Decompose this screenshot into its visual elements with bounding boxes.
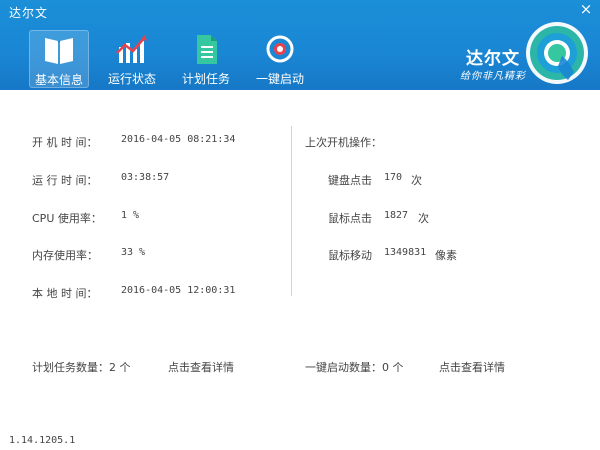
memory-value: 33 % [121, 247, 146, 258]
version-text: 1.14.1205.1 [9, 435, 76, 446]
tab-scheduled-tasks[interactable]: 计划任务 [177, 30, 235, 88]
cpu-value: 1 % [121, 210, 140, 221]
brand-slogan: 给你非凡精彩 [460, 71, 526, 82]
vertical-divider [291, 126, 292, 296]
scheduled-details-link[interactable]: 点击查看详情 [168, 359, 234, 375]
startup-details-link[interactable]: 点击查看详情 [439, 359, 505, 375]
document-icon [197, 35, 217, 64]
mouse-move-unit: 像素 [435, 249, 457, 262]
boot-time-label: 开 机 时 间： [32, 136, 98, 149]
window-title: 达尔文 [9, 6, 49, 20]
tab-one-click-start-label: 一键启动 [255, 72, 304, 86]
brand-logo-icon [526, 22, 588, 84]
header-bar: 达尔文 × 基本信息 运行状态 计划任务 一键启动 达尔文 给你非凡精彩 [0, 0, 600, 90]
mouse-click-unit: 次 [418, 212, 429, 225]
book-icon [45, 38, 73, 64]
tab-scheduled-tasks-label: 计划任务 [181, 72, 230, 86]
keyboard-unit: 次 [411, 174, 422, 187]
chart-icon [116, 35, 147, 63]
brand-name: 达尔文 [466, 49, 520, 69]
power-icon [266, 35, 294, 63]
tab-one-click-start[interactable]: 一键启动 [251, 30, 309, 88]
scheduled-count: 计划任务数量：2 个 [32, 361, 131, 374]
mouse-move-label: 鼠标移动 [328, 249, 372, 262]
keyboard-value: 170 [384, 172, 403, 183]
mouse-click-label: 鼠标点击 [328, 212, 372, 225]
cpu-label: CPU 使用率： [32, 212, 102, 225]
keyboard-label: 键盘点击 [328, 174, 372, 187]
close-icon[interactable]: × [578, 1, 594, 17]
tab-basic-info[interactable]: 基本信息 [29, 30, 89, 88]
memory-label: 内存使用率： [32, 249, 98, 262]
tab-run-status[interactable]: 运行状态 [103, 30, 161, 88]
local-time-label: 本 地 时 间： [32, 287, 98, 300]
tab-basic-info-label: 基本信息 [34, 73, 83, 87]
startup-count: 一键启动数量：0 个 [305, 361, 404, 374]
mouse-move-value: 1349831 [384, 247, 427, 258]
run-time-label: 运 行 时 间： [32, 174, 98, 187]
run-time-value: 03:38:57 [121, 172, 170, 183]
boot-time-value: 2016-04-05 08:21:34 [121, 134, 236, 145]
tab-run-status-label: 运行状态 [107, 72, 156, 86]
last-session-heading: 上次开机操作： [305, 136, 382, 149]
mouse-click-value: 1827 [384, 210, 409, 221]
local-time-value: 2016-04-05 12:00:31 [121, 285, 236, 296]
